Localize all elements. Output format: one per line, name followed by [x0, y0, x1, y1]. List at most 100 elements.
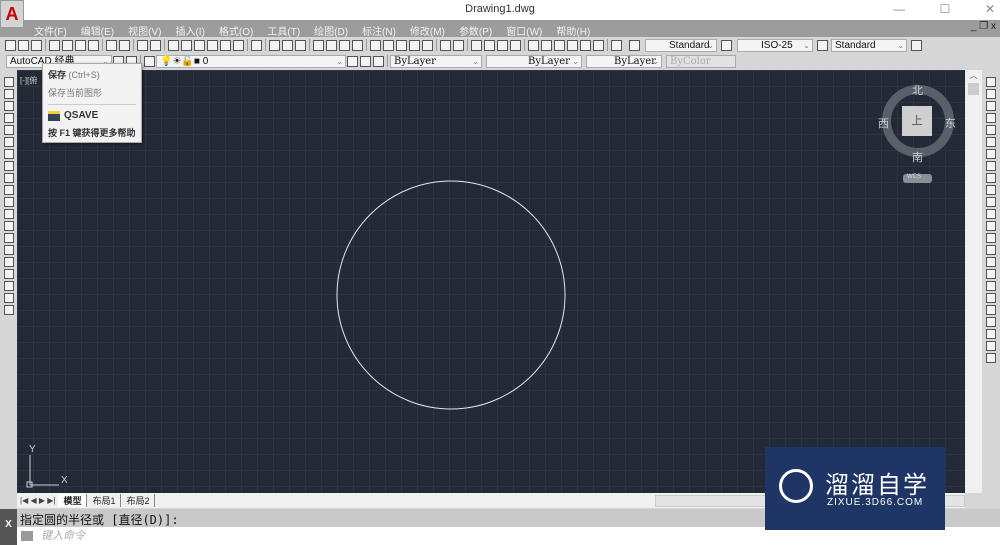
explode-icon[interactable]	[986, 281, 996, 291]
draw-order-back-icon[interactable]	[986, 305, 996, 315]
zoom-window-icon[interactable]	[497, 39, 508, 51]
publish-icon[interactable]	[75, 39, 86, 51]
paste-icon[interactable]	[396, 39, 407, 51]
array-icon[interactable]	[986, 125, 996, 135]
design-center-icon[interactable]	[541, 39, 552, 51]
menu-item-10[interactable]: 窗口(W)	[506, 20, 550, 38]
help-icon[interactable]	[611, 39, 622, 51]
minimize-button[interactable]: —	[891, 2, 907, 16]
menu-item-0[interactable]: 文件(F)	[34, 20, 75, 38]
scroll-up-arrow-icon[interactable]: ︿	[965, 70, 982, 81]
hatch-back-icon[interactable]	[986, 353, 996, 363]
pan-icon[interactable]	[471, 39, 482, 51]
ellipse-icon[interactable]	[3, 185, 14, 195]
menu-item-4[interactable]: 格式(O)	[219, 20, 261, 38]
ellipse-arc-icon[interactable]	[3, 197, 14, 207]
calc-icon[interactable]	[593, 39, 604, 51]
fillet-icon[interactable]	[986, 257, 996, 267]
menu-item-1[interactable]: 编辑(E)	[81, 20, 122, 38]
hatch-icon[interactable]	[3, 245, 14, 255]
lineweight-select[interactable]: ByLayer ⌄	[586, 54, 662, 68]
menu-item-7[interactable]: 标注(N)	[362, 20, 404, 38]
add-selected-icon[interactable]	[3, 305, 14, 315]
application-menu-button[interactable]: A	[0, 0, 24, 28]
construction-line-icon[interactable]	[3, 89, 14, 99]
new-icon[interactable]	[5, 39, 16, 51]
tool-palette-icon[interactable]	[554, 39, 565, 51]
polygon-icon[interactable]	[3, 113, 14, 123]
multiline-text-icon[interactable]	[3, 293, 14, 303]
break-at-point-icon[interactable]	[986, 209, 996, 219]
offset-icon[interactable]	[986, 113, 996, 123]
table-style-icon[interactable]	[817, 39, 828, 51]
join-icon[interactable]	[986, 233, 996, 243]
tab-layout1[interactable]: 布局1	[87, 494, 122, 507]
command-input[interactable]	[41, 530, 341, 542]
undo-icon[interactable]	[440, 39, 451, 51]
redo-icon[interactable]	[150, 39, 161, 51]
new-icon[interactable]	[269, 39, 280, 51]
block-icon[interactable]	[119, 39, 130, 51]
properties-icon[interactable]	[168, 39, 179, 51]
multileader-style-icon[interactable]	[911, 39, 922, 51]
maximize-button[interactable]: ☐	[937, 2, 953, 16]
command-prompt-icon[interactable]	[21, 531, 33, 541]
gradient-icon[interactable]	[3, 257, 14, 267]
break-icon[interactable]	[986, 221, 996, 231]
text-front-icon[interactable]	[986, 341, 996, 351]
open-icon[interactable]	[282, 39, 293, 51]
revision-cloud-icon[interactable]	[3, 161, 14, 171]
table-icon[interactable]	[3, 281, 14, 291]
plot-icon[interactable]	[88, 39, 99, 51]
text-style-icon[interactable]	[629, 39, 640, 51]
redo-icon[interactable]	[453, 39, 464, 51]
tab-layout2[interactable]: 布局2	[121, 494, 156, 507]
menu-item-2[interactable]: 视图(V)	[128, 20, 169, 38]
draw-order-above-icon[interactable]	[986, 317, 996, 327]
make-block-icon[interactable]	[3, 221, 14, 231]
scroll-thumb[interactable]	[968, 83, 979, 95]
point-icon[interactable]	[3, 233, 14, 243]
help-icon[interactable]	[251, 39, 262, 51]
close-button[interactable]: ✕	[982, 2, 998, 16]
preview-icon[interactable]	[62, 39, 73, 51]
mdi-window-controls[interactable]: _ ❐ x	[971, 21, 996, 32]
sheet-set-icon[interactable]	[567, 39, 578, 51]
line-icon[interactable]	[3, 77, 14, 87]
save-icon[interactable]	[31, 39, 42, 51]
sheet-set-icon[interactable]	[207, 39, 218, 51]
erase-icon[interactable]	[986, 77, 996, 87]
design-center-icon[interactable]	[181, 39, 192, 51]
chamfer-icon[interactable]	[986, 245, 996, 255]
viewcube-south[interactable]: 南	[912, 149, 923, 165]
circle-entity[interactable]	[336, 180, 566, 410]
copy-icon[interactable]	[383, 39, 394, 51]
menu-item-6[interactable]: 绘图(D)	[314, 20, 356, 38]
table-style-select[interactable]: Standard ⌄	[831, 38, 907, 52]
linetype-select[interactable]: ByLayer ⌄	[486, 54, 582, 68]
scale-icon[interactable]	[986, 161, 996, 171]
rotate-icon[interactable]	[986, 149, 996, 159]
circle-icon[interactable]	[3, 149, 14, 159]
tab-nav-arrows-icon[interactable]: |◀ ◀ ▶ ▶|	[17, 496, 58, 505]
calc-icon[interactable]	[233, 39, 244, 51]
layer-select[interactable]: 💡☀🔓■ 0 ⌄	[156, 54, 346, 68]
menu-item-3[interactable]: 插入(I)	[175, 20, 212, 38]
rectangle-icon[interactable]	[3, 125, 14, 135]
print-icon[interactable]	[49, 39, 60, 51]
markup-icon[interactable]	[220, 39, 231, 51]
viewcube-west[interactable]: 西	[878, 115, 889, 131]
open-icon[interactable]	[18, 39, 29, 51]
match-icon[interactable]	[106, 39, 117, 51]
draw-order-under-icon[interactable]	[986, 329, 996, 339]
make-current-layer-icon[interactable]	[347, 55, 358, 67]
layer-manager-icon[interactable]	[144, 55, 155, 67]
vertical-scrollbar[interactable]: ︿	[965, 70, 982, 493]
extend-icon[interactable]	[986, 197, 996, 207]
stretch-icon[interactable]	[986, 173, 996, 183]
markup-icon[interactable]	[580, 39, 591, 51]
draw-order-front-icon[interactable]	[986, 293, 996, 303]
zoom-previous-icon[interactable]	[510, 39, 521, 51]
menu-item-9[interactable]: 参数(P)	[459, 20, 500, 38]
cut-icon[interactable]	[370, 39, 381, 51]
